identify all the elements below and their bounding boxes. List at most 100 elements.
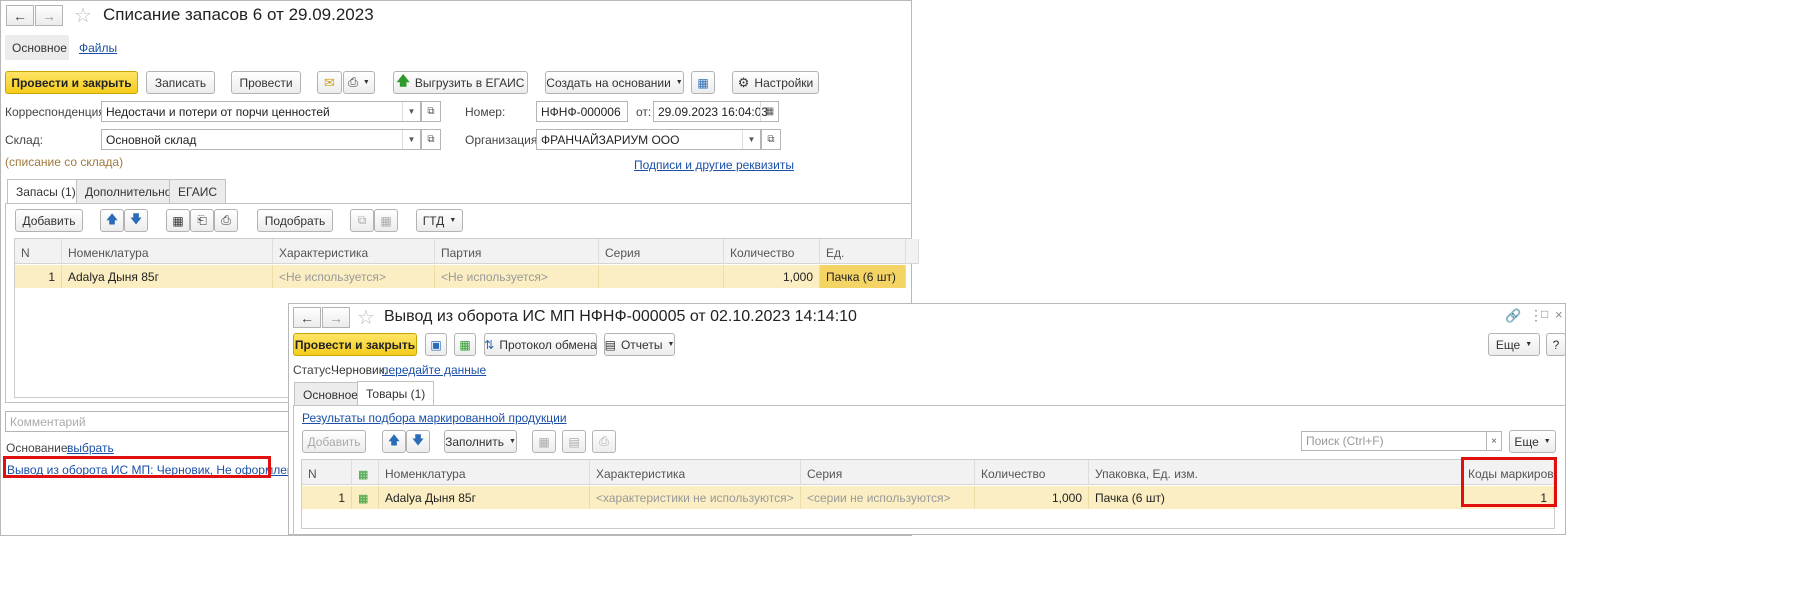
col-n[interactable]: N xyxy=(302,460,352,485)
post-button[interactable]: Провести xyxy=(231,71,301,94)
col-characteristic[interactable]: Характеристика xyxy=(273,239,435,264)
close-icon[interactable]: × xyxy=(1555,307,1563,322)
forward-button[interactable]: → xyxy=(322,307,350,328)
scan-button[interactable]: ⎗ xyxy=(190,209,214,232)
create-based-on-button[interactable]: Создать на основании ▼ xyxy=(545,71,684,94)
barcode-button[interactable]: ▦ xyxy=(532,430,556,453)
pick-button[interactable]: Подобрать xyxy=(257,209,333,232)
cell-status[interactable]: ▦ xyxy=(352,486,379,509)
maximize-icon[interactable]: □ xyxy=(1541,307,1548,321)
email-button[interactable]: ✉ xyxy=(317,71,342,94)
col-characteristic[interactable]: Характеристика xyxy=(590,460,801,485)
tab-egais[interactable]: ЕГАИС xyxy=(169,179,226,203)
move-down-button[interactable]: 🡇 xyxy=(124,209,148,232)
post-and-close-button[interactable]: Провести и закрыть xyxy=(5,71,138,94)
chevron-down-icon[interactable]: ▼ xyxy=(742,130,760,149)
cell-characteristic[interactable]: <Не используется> xyxy=(273,265,435,288)
open-correspondence-button[interactable]: ⧉ xyxy=(421,101,441,122)
save-button[interactable]: ▣ xyxy=(425,333,447,356)
signatures-link[interactable]: Подписи и другие реквизиты xyxy=(634,158,794,172)
open-organization-button[interactable]: ⧉ xyxy=(761,129,781,150)
back-button[interactable]: ← xyxy=(293,307,321,328)
cell-nomenclature[interactable]: Adalya Дыня 85г xyxy=(62,265,273,288)
link-icon[interactable]: 🔗 xyxy=(1505,308,1521,324)
col-series[interactable]: Серия xyxy=(599,239,724,264)
structure-button[interactable]: ▦ xyxy=(691,71,715,94)
favorite-star-icon[interactable]: ☆ xyxy=(357,305,375,330)
col-nomenclature[interactable]: Номенклатура xyxy=(379,460,590,485)
tab-additional[interactable]: Дополнительно xyxy=(76,179,181,203)
cell-package[interactable]: Пачка (6 шт) xyxy=(1089,486,1462,509)
exchange-protocol-button[interactable]: ⇅ Протокол обмена xyxy=(484,333,597,356)
copy-button[interactable]: ⧉ xyxy=(350,209,374,232)
open-warehouse-button[interactable]: ⧉ xyxy=(421,129,441,150)
upload-egais-button[interactable]: 🡅 Выгрузить в ЕГАИС xyxy=(393,71,528,94)
col-quantity[interactable]: Количество xyxy=(724,239,820,264)
envelope-icon: ✉ xyxy=(324,74,335,90)
fill-button[interactable]: Заполнить ▼ xyxy=(444,430,517,453)
col-status[interactable]: ▦ xyxy=(352,460,379,485)
cell-series[interactable] xyxy=(599,265,724,288)
cell-unit[interactable]: Пачка (6 шт) xyxy=(820,265,906,288)
chevron-down-icon: ▼ xyxy=(362,79,370,86)
cell-n[interactable]: 1 xyxy=(15,265,62,288)
arrow-up-icon: 🡅 xyxy=(387,433,401,447)
move-down-button[interactable]: 🡇 xyxy=(406,430,430,453)
more-button[interactable]: Еще ▼ xyxy=(1488,333,1540,356)
cell-nomenclature[interactable]: Adalya Дыня 85г xyxy=(379,486,590,509)
paste-button[interactable]: ▦ xyxy=(374,209,398,232)
tsd-button[interactable]: ⎙ xyxy=(214,209,238,232)
tab-goods[interactable]: Товары (1) xyxy=(357,381,435,406)
add-button[interactable]: Добавить xyxy=(302,430,366,453)
basis-select-link[interactable]: выбрать xyxy=(67,441,114,455)
cell-series[interactable]: <серии не используются> xyxy=(801,486,975,509)
calendar-icon[interactable]: ▦ xyxy=(760,102,778,121)
marked-products-results-link[interactable]: Результаты подбора маркированной продукц… xyxy=(302,411,567,425)
cell-characteristic[interactable]: <характеристики не используются> xyxy=(590,486,801,509)
favorite-star-icon[interactable]: ☆ xyxy=(74,3,92,28)
tab-main[interactable]: Основное xyxy=(5,35,69,60)
cell-quantity[interactable]: 1,000 xyxy=(724,265,820,288)
print-button[interactable]: ⎙ ▼ xyxy=(343,71,375,94)
settings-button[interactable]: ⚙ Настройки xyxy=(732,71,819,94)
chevron-down-icon[interactable]: ▼ xyxy=(402,102,420,121)
reports-button[interactable]: ▤ Отчеты ▼ xyxy=(604,333,675,356)
col-batch[interactable]: Партия xyxy=(435,239,599,264)
gtd-button[interactable]: ГТД ▼ xyxy=(416,209,463,232)
send-data-link[interactable]: передайте данные xyxy=(382,363,486,377)
search-input[interactable]: Поиск (Ctrl+F) xyxy=(1301,431,1487,451)
add-button[interactable]: Добавить xyxy=(15,209,83,232)
scan-button[interactable]: ▤ xyxy=(562,430,586,453)
post-and-close-button[interactable]: Провести и закрыть xyxy=(293,333,417,356)
tab-stocks[interactable]: Запасы (1) xyxy=(7,179,85,204)
date-field[interactable]: 29.09.2023 16:04:03 ▦ xyxy=(653,101,779,122)
tsd-button[interactable]: ⎙ xyxy=(592,430,616,453)
forward-button[interactable]: → xyxy=(35,5,63,26)
barcode-button[interactable]: ▦ xyxy=(166,209,190,232)
cell-quantity[interactable]: 1,000 xyxy=(975,486,1089,509)
col-n[interactable]: N xyxy=(15,239,62,264)
col-package[interactable]: Упаковка, Ед. изм. xyxy=(1089,460,1462,485)
cell-n[interactable]: 1 xyxy=(302,486,352,509)
organization-field[interactable]: ФРАНЧАЙЗАРИУМ ООО ▼ xyxy=(536,129,761,150)
col-nomenclature[interactable]: Номенклатура xyxy=(62,239,273,264)
move-up-button[interactable]: 🡅 xyxy=(382,430,406,453)
move-up-button[interactable]: 🡅 xyxy=(100,209,124,232)
tab-files[interactable]: Файлы xyxy=(79,41,117,55)
clear-search-button[interactable]: × xyxy=(1486,431,1502,451)
warehouse-field[interactable]: Основной склад ▼ xyxy=(101,129,421,150)
chevron-down-icon[interactable]: ▼ xyxy=(402,130,420,149)
cell-batch[interactable]: <Не используется> xyxy=(435,265,599,288)
correspondence-field[interactable]: Недостачи и потери от порчи ценностей ▼ xyxy=(101,101,421,122)
post-button[interactable]: ▦ xyxy=(454,333,476,356)
correspondence-label: Корреспонденция: xyxy=(5,105,109,119)
help-button[interactable]: ? xyxy=(1546,333,1566,356)
save-button[interactable]: Записать xyxy=(146,71,215,94)
comment-field[interactable]: Комментарий xyxy=(5,411,295,432)
back-button[interactable]: ← xyxy=(6,5,34,26)
grid-more-button[interactable]: Еще ▼ xyxy=(1509,430,1556,453)
number-field[interactable]: НФНФ-000006 xyxy=(536,101,628,122)
col-series[interactable]: Серия xyxy=(801,460,975,485)
col-quantity[interactable]: Количество xyxy=(975,460,1089,485)
col-unit[interactable]: Ед. xyxy=(820,239,906,264)
